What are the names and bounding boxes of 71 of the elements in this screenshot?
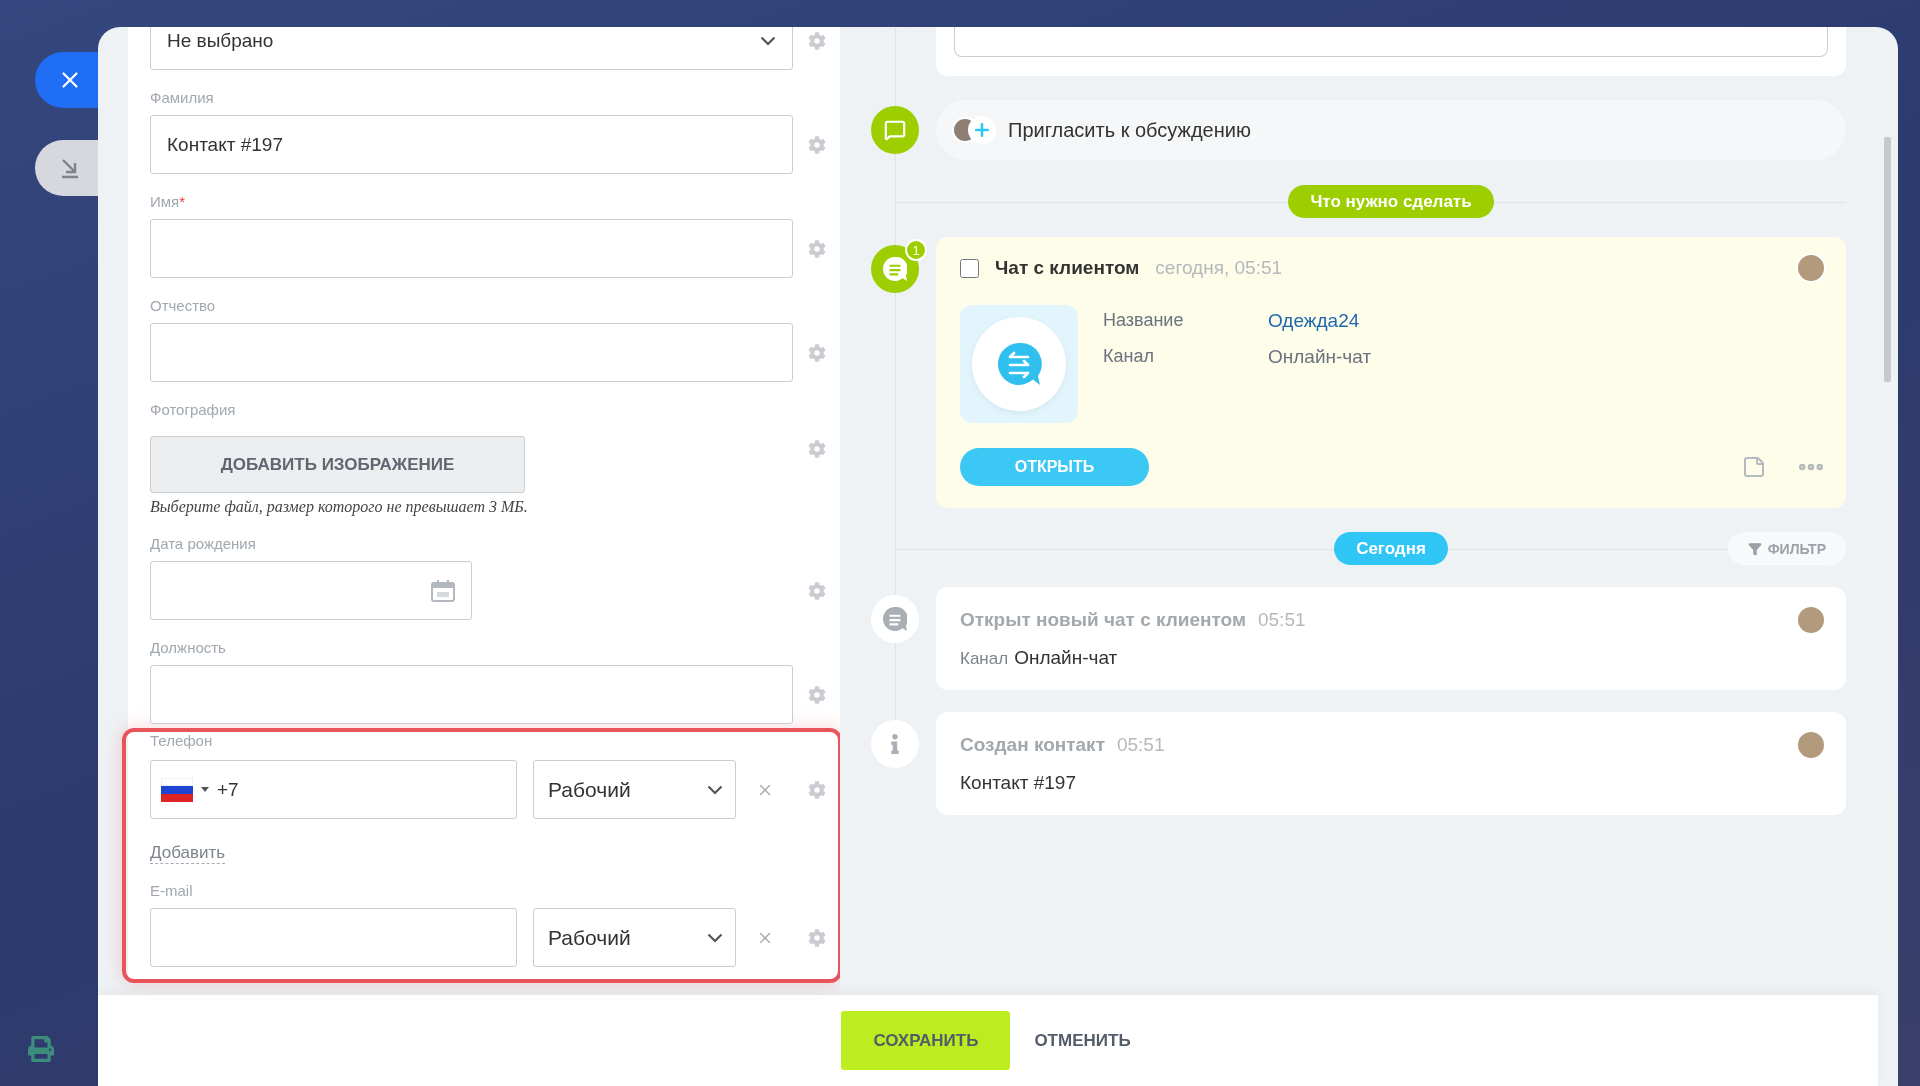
- gear-icon[interactable]: [807, 135, 826, 154]
- task-checkbox[interactable]: [960, 258, 979, 278]
- text-field[interactable]: Контакт #197: [150, 115, 793, 174]
- gear-icon[interactable]: [807, 343, 826, 362]
- chat-arrows-icon: [996, 341, 1042, 387]
- task-title: Чат с клиентом: [995, 257, 1140, 279]
- filter-icon: [1747, 541, 1762, 556]
- gear-icon[interactable]: [807, 31, 826, 50]
- type-select[interactable]: Рабочий: [533, 908, 736, 967]
- collapse-button[interactable]: [35, 140, 98, 196]
- event-value: Онлайн-чат: [1014, 647, 1118, 669]
- gear-icon[interactable]: [807, 239, 826, 258]
- gear-icon[interactable]: [807, 928, 826, 947]
- avatar: [1796, 253, 1826, 283]
- save-button[interactable]: СОХРАНИТЬ: [841, 1011, 1011, 1070]
- flag-icon[interactable]: [161, 777, 193, 802]
- cancel-button[interactable]: ОТМЕНИТЬ: [1030, 1011, 1135, 1070]
- section-badge: Что нужно сделать: [1288, 185, 1494, 218]
- field-label: E-mail: [150, 882, 194, 900]
- text-field[interactable]: [150, 323, 793, 382]
- scrollbar[interactable]: [1883, 137, 1891, 382]
- field-label: Фамилия: [150, 88, 215, 108]
- printer-icon[interactable]: [28, 1036, 54, 1062]
- text-field[interactable]: [150, 665, 793, 724]
- gear-icon[interactable]: [807, 780, 826, 799]
- type-select[interactable]: Рабочий: [533, 760, 736, 819]
- gear-icon[interactable]: [807, 440, 826, 458]
- event-title: Создан контакт: [960, 734, 1105, 756]
- text-field[interactable]: [150, 219, 793, 278]
- chat-bubble-icon: [883, 257, 907, 281]
- email-field[interactable]: [150, 908, 517, 967]
- info-link[interactable]: Одежда24: [1268, 310, 1372, 332]
- chevron-icon: [760, 35, 776, 46]
- info-label: Название: [1103, 310, 1185, 332]
- phone-field[interactable]: +7: [150, 760, 517, 819]
- field-label: Имя*: [150, 192, 187, 212]
- add-link[interactable]: Добавить: [150, 843, 226, 864]
- select-field[interactable]: Не выбрано: [150, 27, 793, 70]
- event-title: Открыт новый чат с клиентом: [960, 609, 1246, 631]
- note-icon[interactable]: [1742, 455, 1766, 479]
- gear-icon[interactable]: [807, 581, 826, 600]
- section-badge: Сегодня: [1334, 532, 1448, 565]
- comment-field[interactable]: [954, 27, 1828, 57]
- event-time: 05:51: [1258, 609, 1306, 631]
- close-button[interactable]: [35, 52, 98, 108]
- chevron-icon: [707, 784, 723, 795]
- gear-icon[interactable]: [807, 685, 826, 704]
- phone-code: +7: [217, 778, 239, 801]
- comment-icon-badge: [871, 106, 919, 154]
- caret-icon[interactable]: [201, 787, 209, 792]
- field-label: Дата рождения: [150, 534, 257, 554]
- counter-badge: 1: [905, 239, 927, 261]
- event-value: Контакт #197: [960, 772, 1076, 794]
- field-label: Телефон: [150, 732, 214, 750]
- invite-bar[interactable]: Пригласить к обсуждению: [936, 100, 1846, 160]
- field-label: Фотография: [150, 400, 237, 420]
- chat-bubble-icon: [883, 607, 907, 631]
- info-icon-badge: [871, 720, 919, 768]
- info-label: Канал: [1103, 346, 1155, 368]
- add-image-button[interactable]: ДОБАВИТЬ ИЗОБРАЖЕНИЕ: [150, 436, 525, 493]
- field-label: Должность: [150, 638, 227, 658]
- info-value: Онлайн-чат: [1268, 346, 1372, 368]
- calendar-icon[interactable]: [431, 579, 455, 602]
- event-time: 05:51: [1116, 734, 1165, 756]
- event-label: Канал: [960, 649, 1009, 669]
- field-label: Отчество: [150, 296, 217, 316]
- task-time: сегодня, 05:51: [1155, 257, 1283, 279]
- date-field[interactable]: [150, 561, 472, 620]
- hint-text: Выберите файл, размер которого не превышает 3 МБ.: [150, 498, 529, 516]
- plus-icon: [972, 120, 992, 140]
- chevron-icon: [707, 932, 723, 943]
